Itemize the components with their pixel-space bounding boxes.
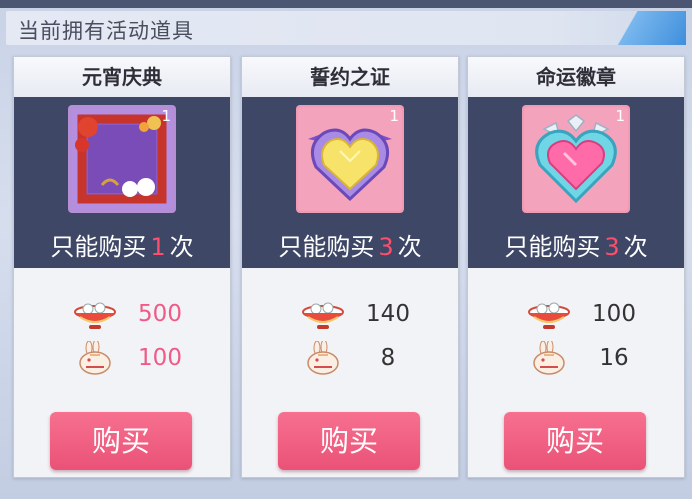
purchase-limit: 只能购买 1 次 xyxy=(14,227,230,262)
tangyuan-bowl-icon xyxy=(74,302,116,329)
avatar-frame-icon xyxy=(72,109,172,209)
item-count: 1 xyxy=(389,107,399,125)
cost-value-rabbit: 100 xyxy=(138,345,182,371)
buy-button[interactable]: 购买 xyxy=(50,412,192,470)
shop-card-lantern-festival: 元宵庆典 1 只能购买 1 次 500 100 购买 xyxy=(13,56,231,478)
cost-value-tangyuan: 140 xyxy=(366,301,410,327)
buy-button[interactable]: 购买 xyxy=(278,412,420,470)
top-edge xyxy=(0,0,692,8)
rabbit-lantern-icon xyxy=(307,341,339,375)
cost-row-tangyuan: 100 xyxy=(468,297,684,333)
card-display-band: 1 只能购买 3 次 xyxy=(242,97,458,268)
header-corner-accent xyxy=(600,11,686,45)
cost-value-rabbit: 16 xyxy=(599,345,629,371)
card-title: 命运徽章 xyxy=(468,57,684,97)
tangyuan-bowl-icon xyxy=(528,302,570,329)
shop-card-destiny-badge: 命运徽章 1 只能购买 3 次 100 16 购买 xyxy=(467,56,685,478)
cost-row-rabbit: 100 xyxy=(14,341,230,377)
rabbit-lantern-icon xyxy=(79,341,111,375)
tangyuan-bowl-icon xyxy=(302,302,344,329)
cost-row-tangyuan: 140 xyxy=(242,297,458,333)
limit-suffix: 次 xyxy=(169,233,194,261)
buy-button[interactable]: 购买 xyxy=(504,412,646,470)
limit-prefix: 只能购买 xyxy=(278,233,375,261)
limit-prefix: 只能购买 xyxy=(50,233,147,261)
destiny-badge-item[interactable]: 1 xyxy=(522,105,630,213)
cost-value-tangyuan: 100 xyxy=(592,301,636,327)
limit-suffix: 次 xyxy=(397,233,422,261)
oath-badge-item[interactable]: 1 xyxy=(296,105,404,213)
limit-number: 3 xyxy=(604,233,620,261)
cost-value-tangyuan: 500 xyxy=(138,301,182,327)
card-display-band: 1 只能购买 1 次 xyxy=(14,97,230,268)
owned-items-header: 当前拥有活动道具 xyxy=(6,11,686,45)
cost-row-tangyuan: 500 xyxy=(14,297,230,333)
card-display-band: 1 只能购买 3 次 xyxy=(468,97,684,268)
purchase-limit: 只能购买 3 次 xyxy=(242,227,458,262)
cost-row-rabbit: 8 xyxy=(242,341,458,377)
cost-value-rabbit: 8 xyxy=(380,345,396,371)
header-title: 当前拥有活动道具 xyxy=(18,19,194,43)
cost-row-rabbit: 16 xyxy=(468,341,684,377)
limit-suffix: 次 xyxy=(623,233,648,261)
purchase-limit: 只能购买 3 次 xyxy=(468,227,684,262)
limit-prefix: 只能购买 xyxy=(504,233,601,261)
item-count: 1 xyxy=(615,107,625,125)
pink-heart-badge-icon xyxy=(524,107,628,211)
shop-card-oath-proof: 誓约之证 1 只能购买 3 次 140 8 购买 xyxy=(241,56,459,478)
avatar-frame-item[interactable]: 1 xyxy=(68,105,176,213)
card-title: 元宵庆典 xyxy=(14,57,230,97)
item-count: 1 xyxy=(161,107,171,125)
rabbit-lantern-icon xyxy=(533,341,565,375)
card-title: 誓约之证 xyxy=(242,57,458,97)
limit-number: 3 xyxy=(378,233,394,261)
limit-number: 1 xyxy=(150,233,166,261)
golden-heart-badge-icon xyxy=(298,107,402,211)
